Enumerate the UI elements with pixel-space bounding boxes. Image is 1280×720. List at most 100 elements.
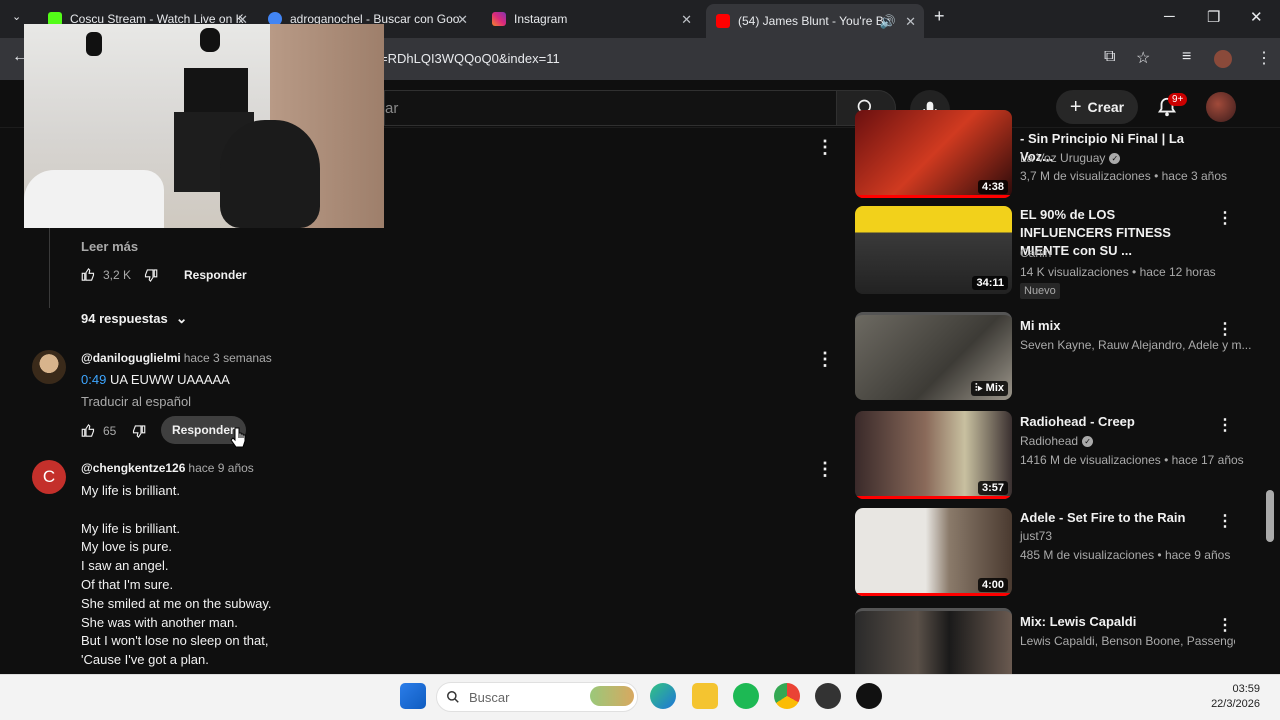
video-title[interactable]: Radiohead - Creep (1020, 413, 1210, 431)
install-app-icon[interactable]: ⧉ (1104, 48, 1115, 66)
comment-line: She was with another man. (81, 614, 238, 630)
bookmark-star-icon[interactable]: ☆ (1136, 48, 1150, 68)
address-bar[interactable]: =RDhLQI3WQQoQ0&index=11 (380, 46, 560, 72)
video-menu-icon[interactable]: ⋮ (1217, 615, 1233, 635)
video-menu-icon[interactable]: ⋮ (1217, 208, 1233, 228)
channel-name[interactable]: Canin (1020, 246, 1051, 260)
comment-time: hace 9 años (188, 461, 254, 475)
video-title[interactable]: Mi mix (1020, 317, 1210, 335)
minimize-icon[interactable]: ─ (1164, 8, 1175, 25)
maximize-icon[interactable]: ❐ (1207, 8, 1220, 26)
channel-label: La Voz Uruguay (1020, 151, 1106, 165)
speaker-icon[interactable]: 🔊 (880, 14, 896, 30)
system-clock[interactable]: 03:59 22/3/2026 (1200, 682, 1260, 712)
search-highlight-icon (590, 686, 634, 706)
menu-dots-icon[interactable]: ⋮ (1256, 48, 1272, 68)
close-icon[interactable]: ✕ (905, 14, 916, 30)
recommendation-item[interactable]: ⫶▸ Mix Mi mix Seven Kayne, Rauw Alejandr… (855, 312, 1251, 400)
reply-button[interactable]: Responder (184, 268, 247, 282)
recommendation-item[interactable]: 4:38 - Sin Principio Ni Final | La Voz..… (855, 110, 1235, 200)
comment-menu-icon[interactable]: ⋮ (816, 350, 834, 368)
video-menu-icon[interactable]: ⋮ (1217, 511, 1233, 531)
comment-body: 0:49 UA EUWW UAAAAA (81, 372, 230, 387)
video-meta: 3,7 M de visualizaciones • hace 3 años (1020, 169, 1227, 183)
avatar[interactable] (32, 350, 66, 384)
thumbs-up-icon (81, 267, 95, 281)
comment-author[interactable]: @chengkentze126 hace 9 años (81, 461, 254, 475)
new-badge: Nuevo (1020, 283, 1060, 299)
timestamp-link[interactable]: 0:49 (81, 372, 106, 387)
recommendation-item[interactable]: 4:00 Adele - Set Fire to the Rain just73… (855, 508, 1235, 598)
tab-youtube-active[interactable]: (54) James Blunt - You're Be 🔊 ✕ (706, 4, 924, 38)
avatar[interactable]: C (32, 460, 66, 494)
clock-time: 03:59 (1232, 683, 1260, 695)
comment-menu-icon[interactable]: ⋮ (816, 138, 834, 156)
mix-label: ⫶▸ Mix (970, 381, 1008, 396)
like-count: 3,2 K (103, 267, 132, 282)
file-explorer-icon[interactable] (692, 683, 718, 709)
scrollbar-thumb[interactable] (1266, 490, 1274, 542)
hand-cursor-icon (230, 427, 246, 448)
video-meta: 485 M de visualizaciones • hace 9 años (1020, 548, 1231, 562)
read-more-link[interactable]: Leer más (81, 239, 138, 254)
app-icon[interactable] (815, 683, 841, 709)
channel-name[interactable]: Radiohead ✓ (1020, 434, 1094, 448)
search-input[interactable]: ar (384, 90, 836, 126)
translate-link[interactable]: Traducir al español (81, 394, 191, 409)
recommendation-item[interactable]: Mix: Lewis Capaldi Lewis Capaldi, Benson… (855, 608, 1235, 674)
dislike-button[interactable] (143, 268, 158, 283)
recommendation-item[interactable]: 3:57 Radiohead - Creep Radiohead ✓ 1416 M… (855, 411, 1244, 501)
channel-name[interactable]: La Voz Uruguay ✓ (1020, 151, 1121, 165)
windows-taskbar (0, 674, 1280, 720)
webcam-tv (184, 68, 248, 112)
video-menu-icon[interactable]: ⋮ (1217, 415, 1233, 435)
comment-menu-icon[interactable]: ⋮ (816, 460, 834, 478)
tab-search-chevron-icon[interactable]: ⌄ (12, 10, 21, 23)
author-handle: @daniloguglielmi (81, 351, 181, 365)
channel-name[interactable]: Seven Kayne, Rauw Alejandro, Adele y m..… (1020, 338, 1251, 352)
replies-toggle[interactable]: 94 respuestas ⌄ (81, 310, 187, 327)
youtube-icon (716, 14, 730, 28)
recommendation-item[interactable]: 34:11 EL 90% de LOS INFLUENCERS FITNESS … (855, 206, 1235, 300)
user-avatar[interactable] (1206, 92, 1236, 122)
comment-line: My life is brilliant. (81, 483, 180, 498)
video-menu-icon[interactable]: ⋮ (1217, 319, 1233, 339)
like-button[interactable]: 65 (81, 423, 116, 438)
new-tab-button[interactable]: + (934, 6, 945, 27)
video-meta: 1416 M de visualizaciones • hace 17 años (1020, 453, 1244, 467)
tiktok-icon[interactable] (856, 683, 882, 709)
tab-instagram[interactable]: Instagram ✕ (482, 6, 700, 32)
create-button[interactable]: + Crear (1056, 90, 1138, 124)
video-thumbnail[interactable]: 34:11 (855, 206, 1012, 294)
media-control-icon[interactable]: ≡ (1182, 48, 1191, 66)
video-title[interactable]: Adele - Set Fire to the Rain (1020, 509, 1210, 527)
close-window-icon[interactable]: ✕ (1250, 8, 1263, 26)
chrome-icon[interactable] (774, 683, 800, 709)
video-thumbnail[interactable]: ⫶▸ Mix (855, 312, 1012, 400)
webcam-cap (86, 32, 102, 56)
video-duration: 34:11 (972, 276, 1008, 290)
close-icon[interactable]: ✕ (457, 12, 468, 28)
video-thumbnail[interactable] (855, 608, 1012, 674)
comment-line: But I won't lose no sleep on that, (81, 633, 269, 649)
video-thumbnail[interactable]: 4:00 (855, 508, 1012, 596)
profile-avatar[interactable] (1214, 50, 1232, 68)
channel-name[interactable]: Lewis Capaldi, Benson Boone, Passenge... (1020, 634, 1235, 648)
video-thumbnail[interactable]: 4:38 (855, 110, 1012, 198)
watch-progress (855, 593, 1012, 596)
spotify-icon[interactable] (733, 683, 759, 709)
edge-icon[interactable] (650, 683, 676, 709)
plus-icon: + (1069, 95, 1082, 118)
channel-name[interactable]: just73 (1020, 529, 1052, 543)
video-thumbnail[interactable]: 3:57 (855, 411, 1012, 499)
comment-line: Of that I'm sure. (81, 576, 174, 592)
windows-start-icon[interactable] (400, 683, 426, 709)
video-title[interactable]: Mix: Lewis Capaldi (1020, 613, 1210, 631)
like-button[interactable]: 3,2 K (81, 267, 131, 282)
watch-progress (855, 496, 1012, 499)
comment-line: My love is pure. (81, 539, 173, 555)
dislike-button[interactable] (131, 424, 146, 439)
comment-author[interactable]: @daniloguglielmi hace 3 semanas (81, 351, 272, 365)
thumbs-down-icon (144, 269, 158, 283)
close-icon[interactable]: ✕ (681, 12, 692, 28)
